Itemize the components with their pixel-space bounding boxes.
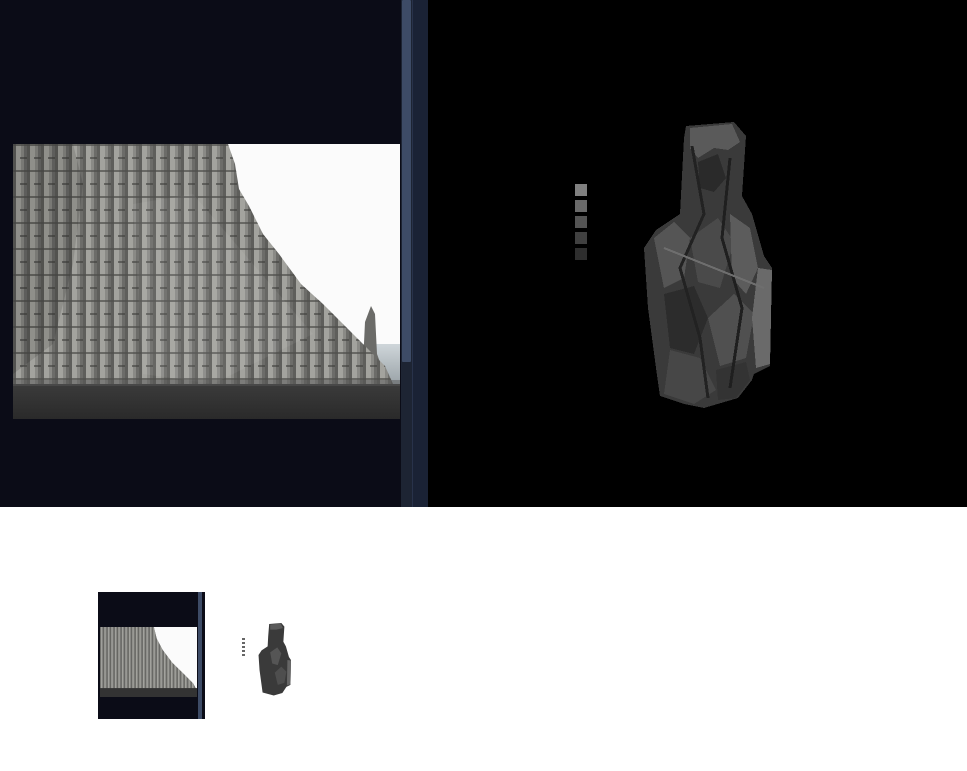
pixel-sprite-panel[interactable] xyxy=(428,0,967,507)
source-photo-thumbnail[interactable] xyxy=(98,592,205,719)
basalt-columns-thumbnail-image xyxy=(100,627,197,697)
panel-splitter[interactable] xyxy=(412,0,428,507)
scrollbar-thumb[interactable] xyxy=(402,0,411,362)
palette-swatches xyxy=(575,184,587,264)
palette-swatch[interactable] xyxy=(575,248,587,260)
workspace xyxy=(0,0,967,507)
basalt-rock-sprite xyxy=(644,122,772,408)
palette-swatch[interactable] xyxy=(575,184,587,196)
vertical-scrollbar[interactable] xyxy=(401,0,412,507)
thumbnail-palette-swatches xyxy=(242,638,245,658)
rock-sprite-thumbnail-image xyxy=(258,623,291,696)
sprite-thumbnail[interactable] xyxy=(240,620,296,700)
thumbnail-scrollbar xyxy=(198,592,202,719)
basalt-columns-photo xyxy=(13,144,400,419)
palette-swatch[interactable] xyxy=(575,232,587,244)
source-photo-panel[interactable] xyxy=(0,0,412,507)
palette-swatch[interactable] xyxy=(575,200,587,212)
palette-swatch[interactable] xyxy=(575,216,587,228)
